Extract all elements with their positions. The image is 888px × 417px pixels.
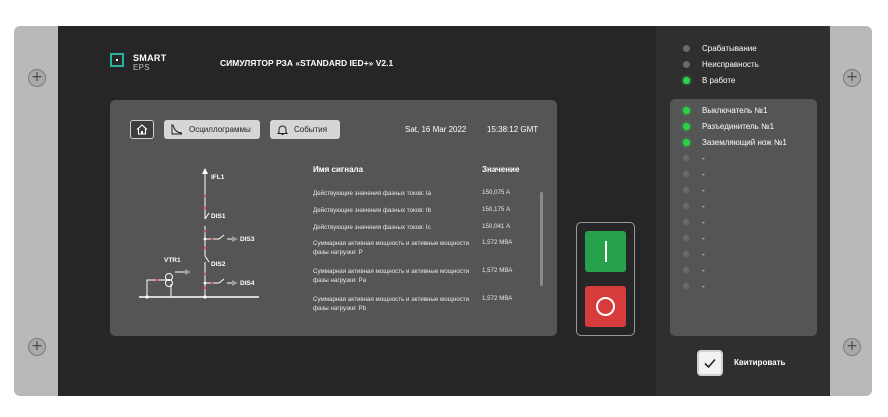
signal-name: Суммарная активная мощность и активные м… xyxy=(313,296,470,312)
col-signal-header: Имя сигнала xyxy=(313,165,364,174)
signal-name: Суммарная активная мощность и активные м… xyxy=(313,268,470,284)
label-dis1: DIS1 xyxy=(211,213,226,220)
list-item-label: Выключатель №1 xyxy=(702,106,768,115)
led-indicator-icon xyxy=(683,203,689,209)
led-indicator-icon xyxy=(683,155,689,161)
led-indicator-icon xyxy=(683,77,690,84)
screw-icon: + xyxy=(843,338,861,356)
list-item-label: - xyxy=(702,186,705,195)
screw-icon: + xyxy=(28,69,46,87)
signal-value: 1,572 МВА xyxy=(482,239,513,246)
close-on-button[interactable] xyxy=(585,231,626,272)
bell-icon xyxy=(277,125,288,135)
led-indicator-icon xyxy=(683,107,690,114)
label-vtr1: VTR1 xyxy=(164,257,181,264)
list-item-label: - xyxy=(702,250,705,259)
logo-icon xyxy=(110,53,124,67)
signal-value: 150,175 А xyxy=(482,206,511,213)
led-indicator-icon xyxy=(683,139,690,146)
label-dis3: DIS3 xyxy=(240,236,255,243)
list-item-label: - xyxy=(702,202,705,211)
led-indicator-icon xyxy=(683,123,690,130)
label-dis4: DIS4 xyxy=(240,280,255,287)
brand-line1: SMART xyxy=(133,53,167,63)
col-value-header: Значение xyxy=(482,165,520,174)
table-scrollbar[interactable] xyxy=(540,192,543,286)
led-indicator-icon xyxy=(683,267,689,273)
signal-name: Суммарная активная мощность и активные м… xyxy=(313,240,470,256)
list-item-label: - xyxy=(702,154,705,163)
list-item-label: - xyxy=(702,266,705,275)
led-indicator-icon xyxy=(683,235,689,241)
signal-name: Действующие значения фазных токов: Ib xyxy=(313,207,432,214)
time-display: 15:38:12 GMT xyxy=(487,125,539,134)
led-indicator-icon xyxy=(683,283,689,289)
list-item-label: - xyxy=(702,170,705,179)
led-indicator-icon xyxy=(683,171,689,177)
label-dis2: DIS2 xyxy=(211,261,226,268)
screw-icon: + xyxy=(843,69,861,87)
signal-value: 1,572 МВА xyxy=(482,267,513,274)
list-item-label: Заземляющий нож №1 xyxy=(702,138,787,147)
oscillogram-icon xyxy=(171,124,183,135)
device-title: СИМУЛЯТОР РЗА «STANDARD IED+» V2.1 xyxy=(220,58,394,68)
led-indicator-icon xyxy=(683,187,689,193)
trip-off-button[interactable] xyxy=(585,286,626,327)
tab-oscillograms[interactable]: Осциллограммы xyxy=(164,120,260,139)
checkmark-icon xyxy=(704,358,716,369)
list-item-label: - xyxy=(702,234,705,243)
tab-events[interactable]: События xyxy=(270,120,340,139)
led-indicator-icon xyxy=(683,251,689,257)
signal-name: Действующие значения фазных токов: Ia xyxy=(313,190,432,197)
led-indicator-icon xyxy=(683,45,690,52)
list-item-label: - xyxy=(702,282,705,291)
signal-value: 150,041 А xyxy=(482,223,511,230)
date-display: Sat, 16 Mar 2022 xyxy=(405,125,467,134)
tab-oscillograms-label: Осциллограммы xyxy=(189,125,251,134)
led-indicator-icon xyxy=(683,219,689,225)
status-label: Неисправность xyxy=(702,60,759,69)
status-label: В работе xyxy=(702,76,736,85)
tab-events-label: События xyxy=(294,125,328,134)
home-icon xyxy=(136,124,148,135)
list-item-label: - xyxy=(702,218,705,227)
list-item-label: Разъединитель №1 xyxy=(702,122,775,131)
label-ifl1: IFL1 xyxy=(211,174,225,181)
signal-value: 1,572 МВА xyxy=(482,295,513,302)
home-button[interactable] xyxy=(130,120,154,139)
screw-icon: + xyxy=(28,338,46,356)
led-indicator-icon xyxy=(683,61,690,68)
switch-status-panel xyxy=(670,99,817,336)
status-label: Срабатывание xyxy=(702,44,757,53)
signal-value: 150,075 А xyxy=(482,189,511,196)
acknowledge-checkbox[interactable] xyxy=(697,350,723,376)
acknowledge-label: Квитировать xyxy=(734,358,786,367)
signal-name: Действующие значения фазных токов: Ic xyxy=(313,224,431,231)
brand-line2: EPS xyxy=(133,63,150,72)
